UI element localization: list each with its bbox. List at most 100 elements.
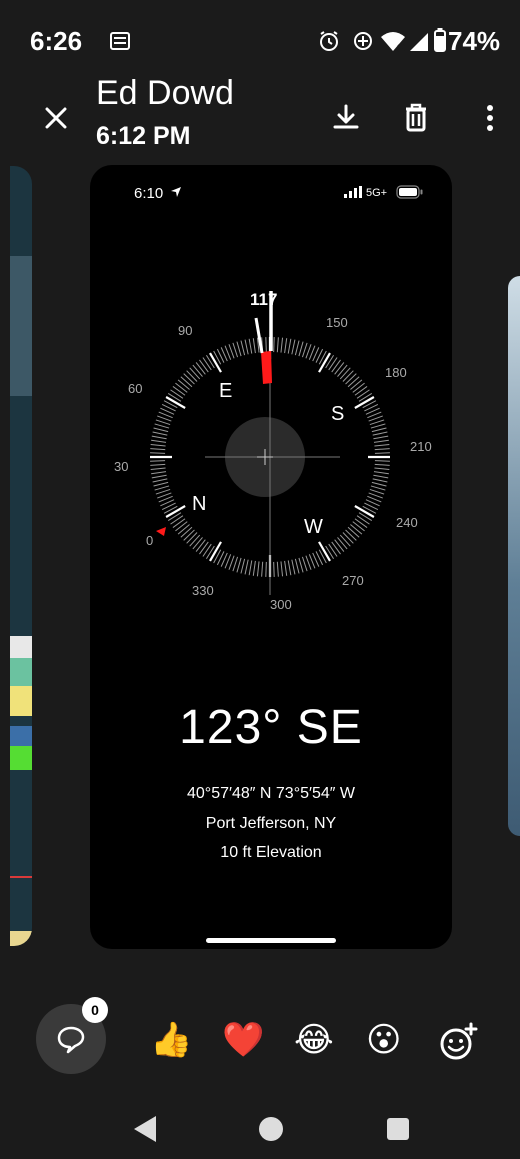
previous-media-preview[interactable] [10, 166, 32, 946]
location-arrow-icon [171, 187, 181, 197]
compass-tick [232, 556, 239, 572]
compass-tick [236, 557, 242, 573]
recents-icon [387, 1118, 409, 1140]
compass-tick [154, 485, 170, 491]
compass-tick [244, 339, 249, 355]
compass-tick [369, 488, 385, 495]
compass-tick [189, 534, 201, 547]
reply-icon [57, 1026, 85, 1054]
compass-tick [345, 529, 357, 541]
elevation: 10 ft Elevation [220, 844, 322, 861]
compass-tick [374, 467, 390, 471]
close-icon [45, 107, 67, 129]
download-button[interactable] [328, 100, 364, 136]
compass-tick [177, 379, 190, 390]
compass-tick [150, 443, 166, 447]
compass-tick [373, 439, 389, 443]
nav-home-button[interactable] [258, 1116, 284, 1146]
compass-tick [177, 524, 190, 535]
compass-tick [276, 337, 279, 353]
degree-label: 60 [128, 381, 142, 396]
reaction-laughing[interactable]: 😂 [294, 1020, 334, 1060]
compass-tick [189, 367, 201, 380]
degree-label: 150 [326, 315, 348, 330]
compass-tick [172, 518, 186, 528]
compass-tick [370, 423, 386, 429]
compass-tick [287, 338, 292, 354]
reaction-surprised[interactable]: 😮 [366, 1020, 401, 1060]
compass-tick [342, 532, 354, 544]
compass-tick [151, 435, 167, 440]
close-button[interactable] [38, 100, 74, 136]
compass-tick [172, 386, 186, 396]
compass-tick [369, 419, 385, 426]
north-pointer-marker [156, 527, 166, 536]
compass-tick [374, 463, 390, 466]
compass-tick [183, 373, 195, 385]
compass-tick [195, 362, 206, 375]
reaction-heart[interactable]: ❤️ [222, 1020, 264, 1060]
location-name: Port Jefferson, NY [205, 815, 337, 832]
compass-tick [265, 337, 267, 353]
compass-tick [180, 376, 193, 388]
compass-tick [372, 431, 388, 436]
compass-tick [175, 521, 188, 532]
reaction-thumbs-up[interactable]: 👍 [150, 1020, 192, 1060]
compass-tick [248, 560, 253, 576]
nav-back-button[interactable] [132, 1114, 158, 1148]
next-media-preview[interactable] [508, 276, 520, 836]
delete-button[interactable] [398, 100, 434, 136]
compass-tick [170, 515, 184, 525]
compass-tick [183, 529, 195, 541]
degree-label: 30 [114, 459, 128, 474]
compass-tick [374, 443, 390, 447]
compass-tick [273, 561, 275, 577]
compass-tick [202, 543, 212, 557]
compass-tick [236, 341, 242, 357]
compass-tick [294, 558, 300, 574]
delete-icon [406, 103, 426, 132]
compass-tick [180, 526, 193, 538]
add-reaction-button[interactable] [438, 1022, 478, 1062]
compass-tick [373, 474, 389, 479]
compass-tick [155, 419, 171, 426]
status-time: 6:26 [30, 26, 83, 56]
compass-tick [192, 537, 203, 550]
degree-label: 210 [410, 439, 432, 454]
more-button[interactable] [472, 100, 508, 136]
cardinal-w: W [304, 516, 323, 538]
compass-tick [284, 338, 288, 354]
cardinal-e: E [219, 380, 232, 402]
compass-tick [195, 539, 206, 552]
compass-tick [175, 382, 188, 393]
compass-tick [371, 427, 387, 433]
compass-tick [248, 338, 253, 354]
degree-label: 0 [146, 533, 153, 548]
compass-tick [265, 561, 267, 577]
compass-tick [284, 560, 288, 576]
compass-tick [153, 427, 169, 433]
coordinates: 40°57′48″ N 73°5′54″ W [187, 785, 355, 802]
degree-label: 240 [396, 515, 418, 530]
compass-tick [301, 556, 308, 572]
degree-label: 270 [342, 573, 364, 588]
compass-tick [328, 357, 338, 371]
compass-tick [252, 338, 256, 354]
degree-label: 330 [192, 583, 214, 598]
back-icon [134, 1116, 156, 1142]
compass-tick [373, 471, 389, 475]
compass-dial: 117 0 30 60 90 150 180 210 240 270 300 3… [114, 290, 432, 612]
download-icon [333, 104, 359, 129]
compass-tick [347, 526, 360, 538]
compass-tick [342, 370, 354, 382]
compass-tick [186, 370, 198, 382]
nav-recents-button[interactable] [386, 1117, 410, 1145]
signal-icon [408, 30, 430, 56]
compass-tick [186, 532, 198, 544]
sender-name: Ed Dowd [96, 74, 234, 112]
sent-time: 6:12 PM [96, 122, 191, 150]
data-saver-icon [352, 30, 374, 56]
compass-tick [356, 389, 370, 399]
compass-tick [151, 439, 167, 443]
compass-tick [339, 534, 351, 547]
